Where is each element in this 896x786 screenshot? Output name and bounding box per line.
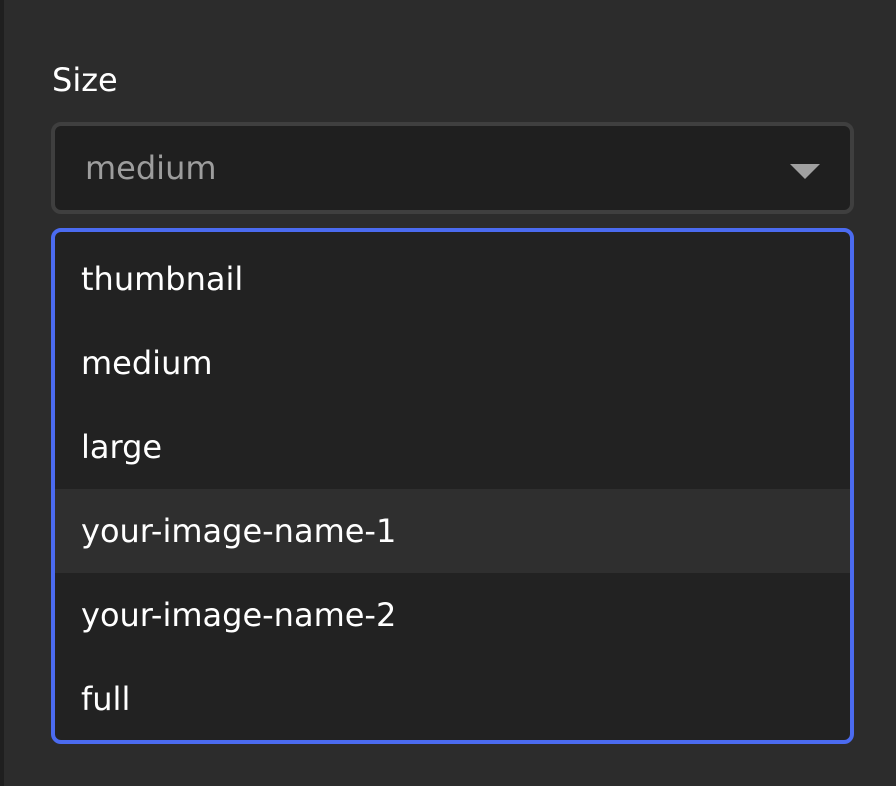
dropdown-option[interactable]: your-image-name-1 bbox=[55, 489, 850, 573]
dropdown-option[interactable]: full bbox=[55, 657, 850, 740]
size-select[interactable]: medium bbox=[51, 122, 854, 214]
size-dropdown-list: thumbnail medium large your-image-name-1… bbox=[51, 228, 854, 744]
dropdown-option[interactable]: thumbnail bbox=[55, 237, 850, 321]
chevron-down-icon[interactable] bbox=[790, 164, 820, 179]
panel-edge bbox=[0, 0, 4, 786]
dropdown-option[interactable]: medium bbox=[55, 321, 850, 405]
size-select-value: medium bbox=[85, 149, 217, 187]
dropdown-option[interactable]: your-image-name-2 bbox=[55, 573, 850, 657]
dropdown-option[interactable]: large bbox=[55, 405, 850, 489]
size-label: Size bbox=[52, 61, 118, 99]
